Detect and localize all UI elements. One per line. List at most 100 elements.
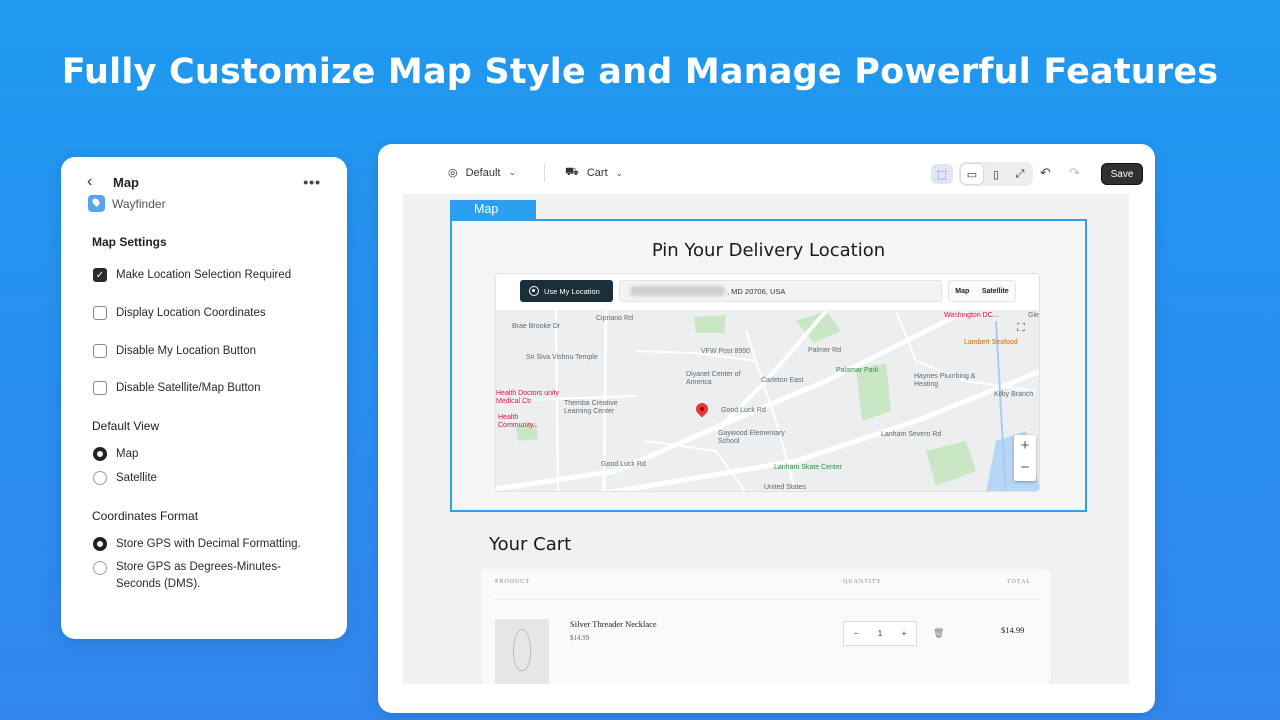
checkbox-unchecked-icon[interactable] [93, 344, 107, 358]
product-price: $14.99 [570, 634, 590, 642]
use-my-location-label: Use My Location [544, 286, 600, 296]
product-name[interactable]: Silver Threader Necklace [570, 619, 657, 629]
more-options-icon[interactable]: ••• [303, 174, 321, 190]
map-label: Sri Siva Vishnu Temple [526, 354, 598, 361]
map-fullscreen-icon[interactable]: ⛶ [1017, 322, 1025, 335]
default-view-heading: Default View [92, 419, 160, 433]
quantity-value[interactable]: 1 [878, 629, 882, 638]
map-section-tag[interactable]: Map [450, 200, 536, 219]
radio-view-satellite[interactable]: Satellite [93, 471, 157, 485]
address-field[interactable]: , MD 20706, USA [619, 280, 942, 302]
cart-divider [491, 599, 1041, 600]
mobile-view-icon[interactable]: ▯ [985, 164, 1007, 184]
map-label: Palamar Park [836, 367, 879, 374]
checkbox-disable-my-location[interactable]: Disable My Location Button [93, 344, 256, 358]
panel-header: ‹ Map ••• [87, 172, 321, 192]
map-label: Cipriano Rd [596, 315, 633, 322]
redo-icon[interactable]: ↷ [1069, 165, 1080, 181]
map-label: Washington DC... [944, 312, 999, 319]
checkbox-label: Disable My Location Button [116, 345, 256, 357]
radio-label: Store GPS as Degrees-Minutes-Seconds (DM… [116, 561, 281, 590]
minus-icon[interactable]: − [854, 629, 859, 638]
app-name: Wayfinder [112, 196, 166, 211]
chevron-down-icon: ⌄ [615, 167, 624, 178]
radio-label: Satellite [116, 472, 157, 484]
line-total: $14.99 [1001, 625, 1025, 635]
desktop-view-icon[interactable]: ▭ [961, 164, 983, 184]
map-settings-heading: Map Settings [92, 235, 167, 249]
page-selector[interactable]: ⛟ Cart ⌄ [565, 166, 623, 180]
map-type-map[interactable]: Map [955, 288, 969, 295]
checkbox-disable-satellite[interactable]: Disable Satellite/Map Button [93, 381, 260, 395]
app-info: Wayfinder [88, 195, 166, 212]
radio-dms-format[interactable]: Store GPS as Degrees-Minutes-Seconds (DM… [93, 559, 313, 593]
toolbar-divider [544, 164, 545, 182]
redacted-address [630, 286, 725, 296]
radio-label: Store GPS with Decimal Formatting. [116, 538, 301, 550]
radio-view-map[interactable]: Map [93, 447, 138, 461]
zoom-out-icon[interactable]: − [1014, 457, 1036, 479]
checkbox-label: Make Location Selection Required [116, 269, 292, 281]
theme-selector-label: Default [465, 166, 501, 179]
radio-selected-icon[interactable] [93, 537, 107, 551]
map-label: VFW Post 8950 [701, 348, 751, 355]
checkbox-display-coordinates[interactable]: Display Location Coordinates [93, 306, 266, 320]
coords-format-heading: Coordinates Format [92, 509, 199, 523]
checkbox-checked-icon[interactable]: ✓ [93, 268, 107, 282]
globe-icon: ◎ [448, 167, 458, 179]
map-heading: Pin Your Delivery Location [651, 240, 886, 261]
location-target-icon [529, 286, 539, 296]
map-widget: Use My Location , MD 20706, USA Map Sate… [495, 273, 1040, 492]
map-label: Good Luck Rd [721, 407, 766, 414]
checkbox-label: Display Location Coordinates [116, 307, 266, 319]
back-arrow-icon[interactable]: ‹ [87, 173, 107, 191]
cart-heading: Your Cart [489, 534, 572, 555]
radio-selected-icon[interactable] [93, 447, 107, 461]
panel-title: Map [113, 174, 139, 190]
zoom-in-icon[interactable]: + [1014, 435, 1036, 457]
checkbox-unchecked-icon[interactable] [93, 381, 107, 395]
map-label: Glenn Dale [1028, 312, 1039, 319]
wayfinder-app-icon [88, 195, 105, 212]
trash-icon[interactable]: 🗑 [933, 628, 944, 639]
undo-icon[interactable]: ↶ [1040, 165, 1051, 181]
checkbox-unchecked-icon[interactable] [93, 306, 107, 320]
use-my-location-button[interactable]: Use My Location [520, 280, 613, 302]
checkbox-location-required[interactable]: ✓ Make Location Selection Required [93, 268, 291, 282]
map-label: Gaywood Elementary School [718, 430, 785, 445]
plus-icon[interactable]: + [902, 629, 907, 638]
map-label: United States [764, 484, 807, 491]
save-button[interactable]: Save [1101, 163, 1143, 185]
theme-editor-window: ◎ Default ⌄ ⛟ Cart ⌄ ⬚ ▭ ▯ ⤢ ↶ ↷ Save Ma… [378, 144, 1155, 713]
preview-canvas: Map Pin Your Delivery Location Use My Lo… [403, 194, 1129, 684]
viewport-switcher: ▭ ▯ ⤢ [959, 162, 1033, 186]
map-label: Haynes Plumbing & Heating [914, 373, 976, 388]
address-suffix: , MD 20706, USA [727, 286, 786, 296]
map-label: Health Doctors unity Medical Ctr [496, 390, 560, 405]
map-type-satellite[interactable]: Satellite [982, 288, 1009, 295]
map-label: Kilby Branch [994, 391, 1034, 398]
map-label: Good Luck Rd [601, 461, 646, 468]
radio-unselected-icon[interactable] [93, 471, 107, 485]
map-label: Carleton East [761, 377, 804, 384]
select-tool-icon[interactable]: ⬚ [931, 164, 953, 184]
map-canvas[interactable]: Brae Brooke Dr Cipriano Rd Sri Siva Vish… [496, 311, 1039, 491]
radio-decimal-format[interactable]: Store GPS with Decimal Formatting. [93, 537, 301, 551]
map-label: Diyanet Center of America [686, 371, 741, 386]
map-zoom-controls: + − [1014, 435, 1036, 481]
map-label: Lambert Seafood [964, 339, 1018, 346]
radio-unselected-icon[interactable] [93, 561, 107, 575]
map-label: Palmer Rd [808, 347, 842, 354]
product-thumbnail[interactable] [495, 619, 549, 684]
map-label: Health Community... [498, 414, 539, 429]
editor-toolbar: ◎ Default ⌄ ⛟ Cart ⌄ ⬚ ▭ ▯ ⤢ ↶ ↷ Save [378, 144, 1155, 194]
fullscreen-view-icon[interactable]: ⤢ [1009, 164, 1031, 184]
page-selector-label: Cart [586, 167, 608, 179]
cart-table: PRODUCT QUANTITY TOTAL Silver Threader N… [481, 569, 1051, 684]
theme-selector[interactable]: ◎ Default ⌄ [448, 166, 516, 180]
map-section[interactable]: Pin Your Delivery Location Use My Locati… [450, 219, 1087, 512]
product-column-header: PRODUCT [495, 579, 531, 585]
map-settings-panel: ‹ Map ••• Wayfinder Map Settings ✓ Make … [61, 157, 347, 639]
map-type-toggle: Map Satellite [948, 280, 1016, 302]
checkbox-label: Disable Satellite/Map Button [116, 382, 261, 394]
